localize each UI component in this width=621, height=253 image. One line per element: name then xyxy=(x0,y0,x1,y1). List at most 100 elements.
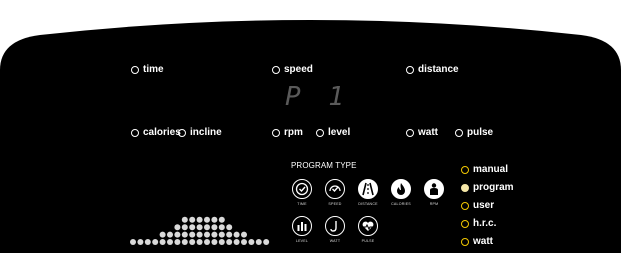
indicator-light-icon xyxy=(406,65,414,74)
profile-dot xyxy=(189,239,196,245)
mode-program[interactable]: program xyxy=(461,182,514,193)
road-icon xyxy=(358,179,378,199)
profile-dot xyxy=(218,231,225,238)
indicator-incline: incline xyxy=(178,127,222,138)
profile-dot xyxy=(196,216,203,223)
profile-dot xyxy=(174,239,181,245)
indicator-watt: watt xyxy=(406,127,438,138)
profile-dot xyxy=(211,239,218,245)
indicator-light-icon xyxy=(406,128,414,137)
speedometer-icon xyxy=(325,179,345,199)
mode-watt[interactable]: watt xyxy=(461,236,493,247)
indicator-light-icon xyxy=(316,128,324,137)
profile-dot xyxy=(159,239,166,245)
program-calories-label: CALORIES xyxy=(391,202,411,206)
program-distance-button[interactable]: DISTANCE xyxy=(351,179,385,206)
profile-dot xyxy=(226,231,233,238)
mode-hrc[interactable]: h.r.c. xyxy=(461,218,496,229)
indicator-level: level xyxy=(316,127,350,138)
profile-dot xyxy=(233,239,240,245)
person-icon xyxy=(424,179,444,199)
profile-dot xyxy=(241,239,247,245)
profile-dot xyxy=(218,239,225,245)
program-pulse-label: PULSE xyxy=(361,239,375,243)
mode-watt-label: watt xyxy=(473,236,493,247)
profile-dot xyxy=(167,231,173,238)
program-speed-label: SPEED xyxy=(328,202,342,206)
profile-dot xyxy=(137,239,144,245)
program-pulse-button[interactable]: PULSE xyxy=(351,216,385,243)
indicator-speed-label: speed xyxy=(284,64,313,75)
program-level-button[interactable]: LEVEL xyxy=(285,216,319,243)
bars-icon xyxy=(292,216,312,236)
mode-program-label: program xyxy=(473,182,514,193)
program-speed-button[interactable]: SPEED xyxy=(318,179,352,206)
profile-dot xyxy=(255,239,262,245)
profile-dot xyxy=(189,224,196,231)
indicator-light-icon xyxy=(131,65,139,74)
profile-dot xyxy=(181,216,188,223)
profile-dot xyxy=(181,224,188,231)
profile-dot xyxy=(189,216,196,223)
program-type-title: PROGRAM TYPE xyxy=(291,161,357,170)
indicator-light-icon xyxy=(178,128,186,137)
mode-light-icon xyxy=(461,183,469,192)
mode-user[interactable]: user xyxy=(461,200,494,211)
clock-icon xyxy=(292,179,312,199)
profile-dot xyxy=(204,216,210,223)
indicator-incline-label: incline xyxy=(190,127,222,138)
program-watt-button[interactable]: WATT xyxy=(318,216,352,243)
program-rpm-label: RPM xyxy=(429,202,439,206)
mode-light-icon xyxy=(461,219,469,228)
mode-light-icon xyxy=(461,237,469,246)
watt-curve-icon xyxy=(325,216,345,236)
program-time-button[interactable]: TIME xyxy=(285,179,319,206)
profile-dot xyxy=(181,239,188,245)
profile-dot xyxy=(218,224,225,231)
profile-dot xyxy=(159,231,166,238)
profile-dot xyxy=(196,239,203,245)
profile-dot-matrix xyxy=(130,216,270,245)
profile-dot xyxy=(181,231,188,238)
profile-dot xyxy=(204,239,210,245)
indicator-pulse: pulse xyxy=(455,127,493,138)
profile-dot xyxy=(226,239,233,245)
program-time-label: TIME xyxy=(297,202,307,206)
indicator-light-icon xyxy=(272,65,280,74)
mode-hrc-label: h.r.c. xyxy=(473,218,497,229)
profile-dot xyxy=(174,224,181,231)
indicator-time-label: time xyxy=(143,64,164,75)
indicator-time: time xyxy=(131,64,164,75)
flame-icon xyxy=(391,179,411,199)
profile-dot xyxy=(204,231,210,238)
program-calories-button[interactable]: CALORIES xyxy=(384,179,418,206)
mode-manual[interactable]: manual xyxy=(461,164,508,175)
heart-pulse-icon xyxy=(358,216,378,236)
indicator-calories: calories xyxy=(131,127,181,138)
profile-dot xyxy=(233,231,240,238)
indicator-rpm-label: rpm xyxy=(284,127,303,138)
profile-dot xyxy=(174,231,181,238)
indicator-distance-label: distance xyxy=(418,64,459,75)
profile-dot xyxy=(196,224,203,231)
profile-dot xyxy=(248,239,255,245)
mode-manual-label: manual xyxy=(473,164,509,175)
indicator-watt-label: watt xyxy=(418,127,438,138)
program-rpm-button[interactable]: RPM xyxy=(417,179,451,206)
indicator-light-icon xyxy=(131,128,139,137)
profile-dot xyxy=(130,239,136,245)
program-distance-label: DISTANCE xyxy=(358,202,378,206)
profile-dot xyxy=(167,239,173,245)
mode-user-label: user xyxy=(473,200,495,211)
indicator-distance: distance xyxy=(406,64,459,75)
indicator-rpm: rpm xyxy=(272,127,303,138)
profile-dot xyxy=(152,239,159,245)
profile-dot xyxy=(211,224,218,231)
indicator-speed: speed xyxy=(272,64,313,75)
mode-light-icon xyxy=(461,201,469,210)
mode-light-icon xyxy=(461,165,469,174)
profile-dot xyxy=(226,224,233,231)
display-text: P 1 xyxy=(285,82,350,112)
profile-dot xyxy=(263,239,270,245)
profile-dot xyxy=(189,231,196,238)
